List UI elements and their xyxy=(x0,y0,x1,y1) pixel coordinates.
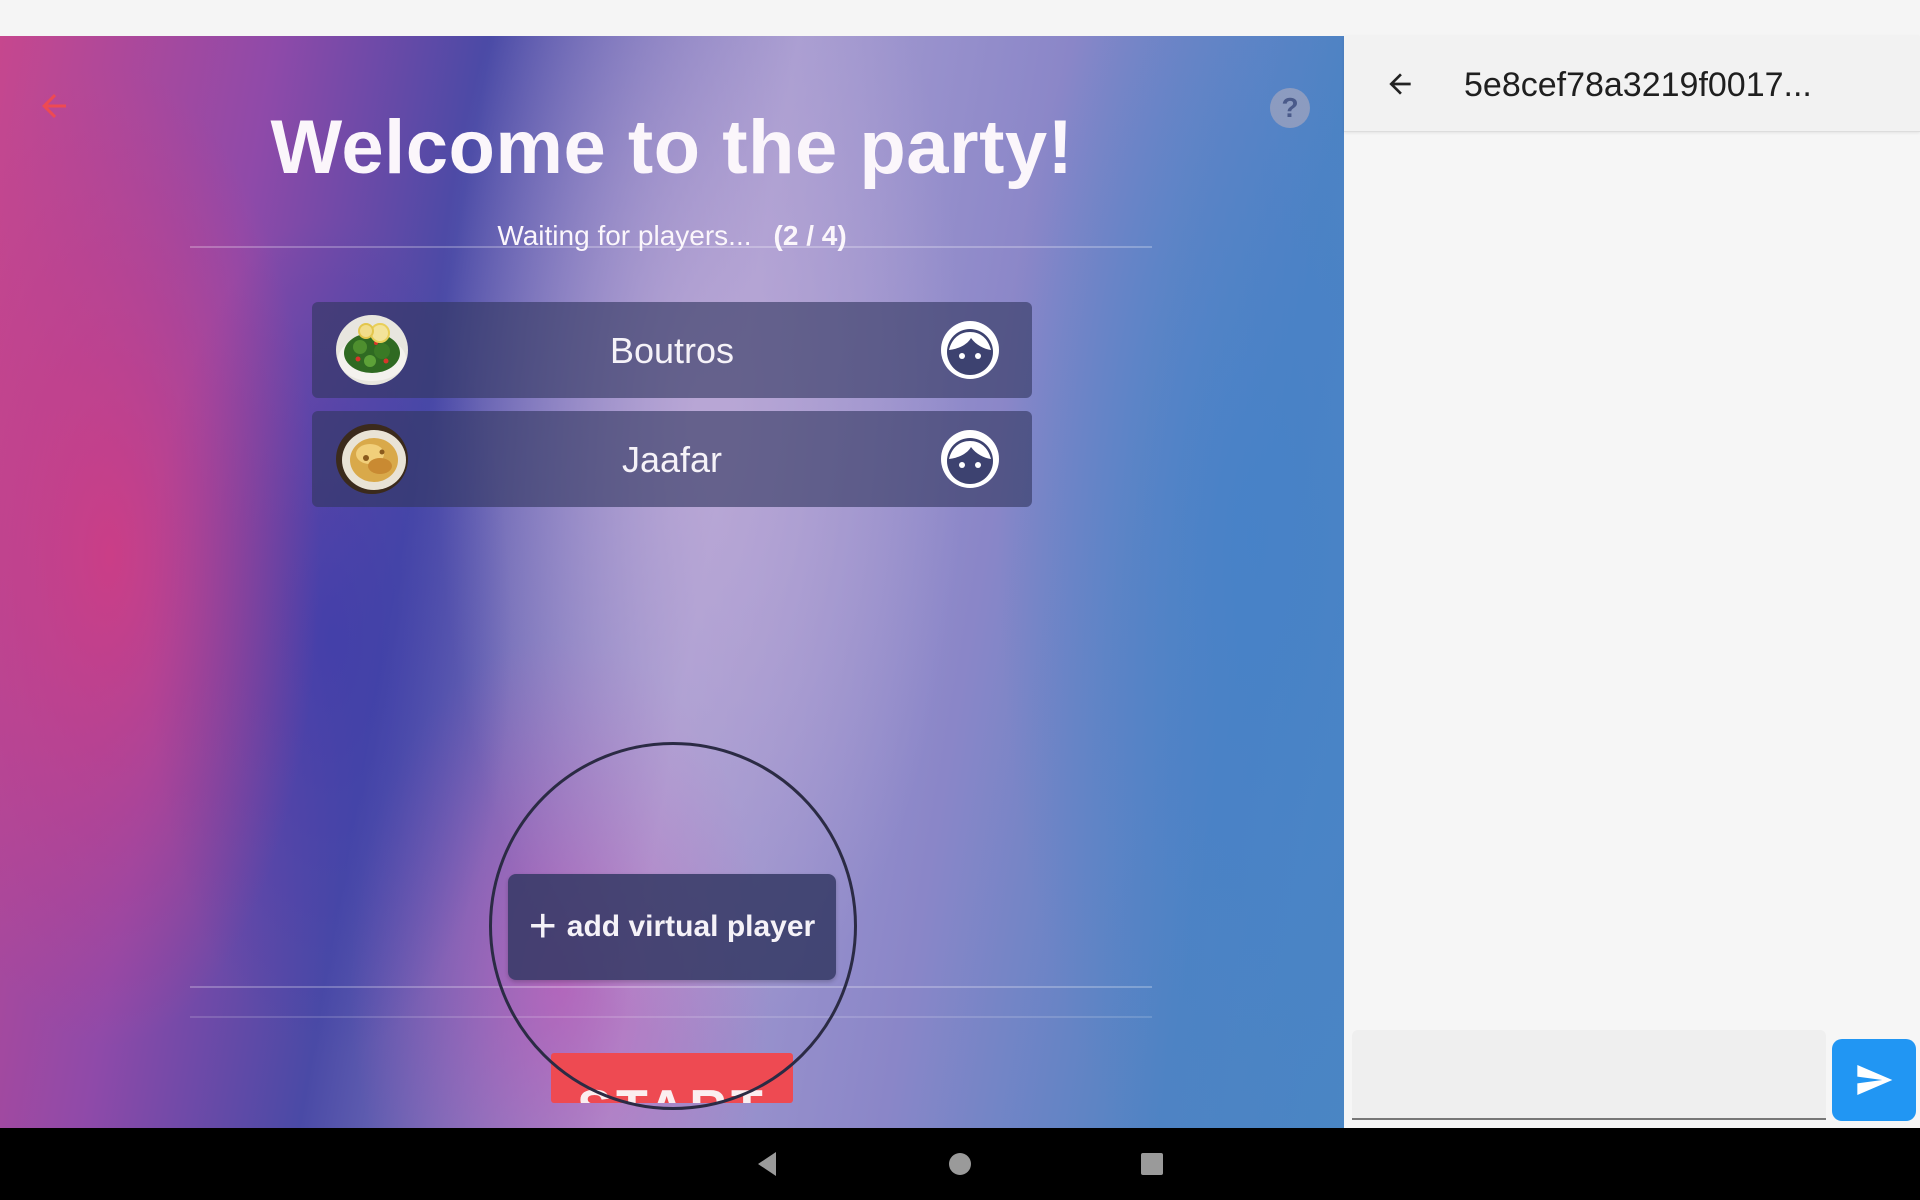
chat-panel: 5e8cef78a3219f0017... xyxy=(1344,36,1920,1128)
player-name: Boutros xyxy=(609,330,735,371)
add-virtual-player-button[interactable]: + add virtual player xyxy=(508,874,836,980)
arrow-left-icon xyxy=(1389,73,1411,95)
player-name: Jaafar xyxy=(621,439,723,480)
player-card[interactable]: Jaafar xyxy=(312,411,1032,507)
chat-back-button[interactable] xyxy=(1380,64,1420,104)
face-icon xyxy=(941,430,999,488)
game-panel: ? Welcome to the party! Waiting for play… xyxy=(0,36,1344,1128)
add-virtual-player-label: add virtual player xyxy=(566,910,816,943)
top-divider xyxy=(190,246,1152,248)
system-nav-bar xyxy=(0,1128,1920,1200)
status-bar xyxy=(0,0,1920,36)
player-list: Boutros Jaafar xyxy=(312,302,1032,520)
player-card[interactable]: Boutros xyxy=(312,302,1032,398)
back-triangle-icon[interactable] xyxy=(752,1148,784,1180)
face-icon xyxy=(941,321,999,379)
send-button[interactable] xyxy=(1832,1039,1916,1121)
send-icon xyxy=(1857,1065,1893,1095)
page-title: Welcome to the party! xyxy=(270,105,1074,190)
chat-message-input[interactable] xyxy=(1352,1030,1826,1120)
chat-title: 5e8cef78a3219f0017... xyxy=(1464,66,1812,104)
recents-square-icon[interactable] xyxy=(1136,1148,1168,1180)
home-circle-icon[interactable] xyxy=(944,1148,976,1180)
plus-icon: + xyxy=(528,900,557,953)
chat-header: 5e8cef78a3219f0017... xyxy=(1344,36,1920,132)
